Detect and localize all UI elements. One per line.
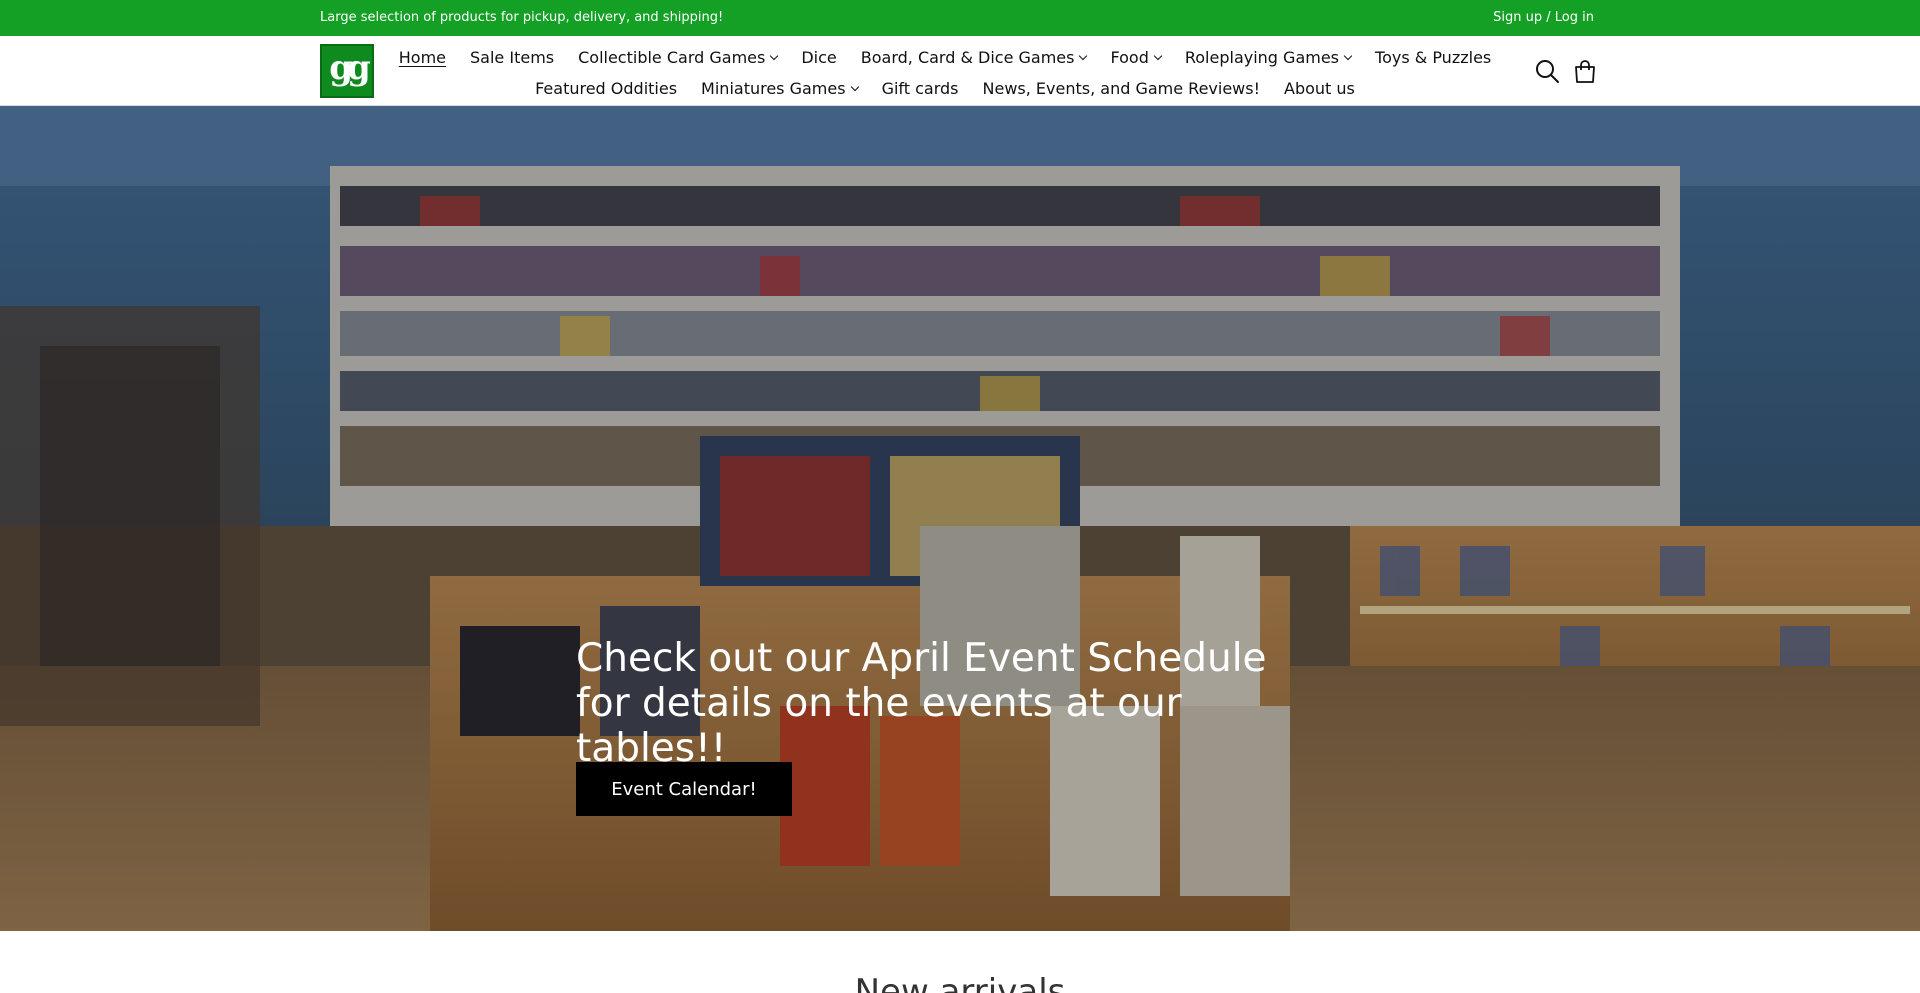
nav-item-label: Collectible Card Games [578,48,766,67]
chevron-down-icon [1153,51,1163,60]
nav-row-secondary: Featured Oddities Miniatures Games Gift ca… [420,73,1470,104]
nav-item-roleplaying-games[interactable]: Roleplaying Games [1184,48,1353,67]
nav-item-label: Roleplaying Games [1184,48,1340,67]
nav-item-toys-and-puzzles[interactable]: Toys & Puzzles [1375,48,1491,67]
nav-item-about-us[interactable]: About us [1284,79,1355,98]
nav-item-label: News, Events, and Game Reviews! [982,79,1261,98]
nav-item-label: Featured Oddities [535,79,678,98]
nav-item-food[interactable]: Food [1110,48,1163,67]
shopping-bag-icon[interactable] [1572,58,1598,84]
nav-item-label: Board, Card & Dice Games [860,48,1075,67]
nav-item-label: Sale Items [470,48,555,67]
site-header: gg Home Sale Items Collectible Card Games D… [0,36,1920,106]
new-arrivals-heading: New arrivals [854,972,1066,993]
nav-item-label: Dice [801,48,837,67]
search-icon[interactable] [1534,58,1560,84]
nav-item-label: Home [398,48,447,67]
nav-item-featured-oddities[interactable]: Featured Oddities [535,79,677,98]
nav-item-home[interactable]: Home [399,48,446,67]
nav-item-label: About us [1284,79,1355,98]
nav-item-label: Toys & Puzzles [1375,48,1492,67]
nav-row-primary: Home Sale Items Collectible Card Games Dice… [399,42,1491,73]
hero-overlay [0,106,1920,931]
store-logo[interactable]: gg [320,44,374,98]
hero-banner: Check out our April Event Schedule for d… [0,106,1920,931]
nav-item-news-events-and-game-reviews[interactable]: News, Events, and Game Reviews! [983,79,1261,98]
nav-item-board-card-and-dice-games[interactable]: Board, Card & Dice Games [860,48,1088,67]
chevron-down-icon [1343,51,1353,60]
chevron-down-icon [770,51,779,60]
logo-mark: gg [329,48,370,88]
announcement-bar: Large selection of products for pickup, … [0,0,1920,36]
nav-item-label: Food [1110,48,1149,67]
nav-item-label: Miniatures Games [701,79,846,98]
nav-item-gift-cards[interactable]: Gift cards [882,79,959,98]
chevron-down-icon [1079,51,1088,60]
signup-login-link[interactable]: Sign up / Log in [1493,10,1594,25]
chevron-down-icon [850,82,859,91]
event-calendar-button[interactable]: Event Calendar! [576,762,792,816]
hero-heading: Check out our April Event Schedule for d… [576,636,1267,771]
announcement-text: Large selection of products for pickup, … [320,10,724,25]
nav-item-sale-items[interactable]: Sale Items [470,48,554,67]
nav-item-dice[interactable]: Dice [801,48,836,67]
nav-item-collectible-card-games[interactable]: Collectible Card Games [578,48,779,67]
nav-item-label: Gift cards [881,79,959,98]
main-navigation: Home Sale Items Collectible Card Games Dice… [399,36,1491,104]
nav-item-miniatures-games[interactable]: Miniatures Games [701,79,859,98]
